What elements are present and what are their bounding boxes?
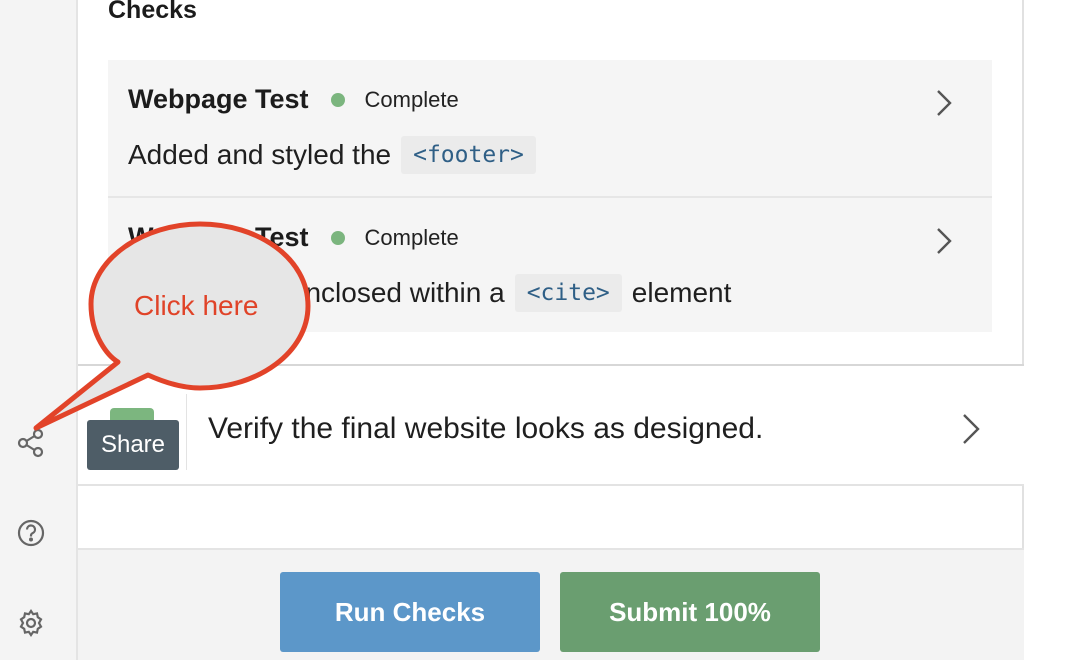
right-strip <box>1026 0 1068 660</box>
footer-bar: Run Checks Submit 100% <box>78 548 1024 660</box>
help-icon[interactable] <box>16 518 46 548</box>
divider <box>186 394 187 470</box>
share-icon[interactable] <box>16 428 46 458</box>
code-chip: <footer> <box>401 136 536 174</box>
chevron-right-icon[interactable] <box>934 226 954 256</box>
check-status: Complete <box>364 224 459 250</box>
chevron-right-icon[interactable] <box>960 412 982 446</box>
share-tooltip: Share <box>87 420 179 470</box>
check-status: Complete <box>364 86 459 112</box>
check-desc-text: Added and styled the <box>128 139 392 170</box>
check-name: Webpage Test <box>128 84 309 114</box>
verify-row[interactable]: Verify the final website looks as design… <box>78 366 1024 486</box>
checks-panel: Checks Webpage Test Complete Added and s… <box>78 0 1024 660</box>
left-rail <box>0 0 78 660</box>
status-dot-icon <box>330 92 345 107</box>
settings-icon[interactable] <box>16 608 46 638</box>
code-chip: <cite> <box>514 274 622 312</box>
check-desc-text-after: element <box>631 277 732 308</box>
chevron-right-icon[interactable] <box>934 88 954 118</box>
check-name: Webpage Test <box>128 222 309 252</box>
check-card[interactable]: Webpage Test Complete Added and styled t… <box>108 60 992 196</box>
run-checks-button[interactable]: Run Checks <box>280 572 540 652</box>
status-dot-icon <box>330 230 345 245</box>
submit-button[interactable]: Submit 100% <box>560 572 820 652</box>
verify-text: Verify the final website looks as design… <box>208 412 764 445</box>
check-description: Added and styled the <footer> <box>128 136 546 174</box>
section-title: Checks <box>108 0 197 24</box>
callout-text: Click here <box>134 290 259 321</box>
